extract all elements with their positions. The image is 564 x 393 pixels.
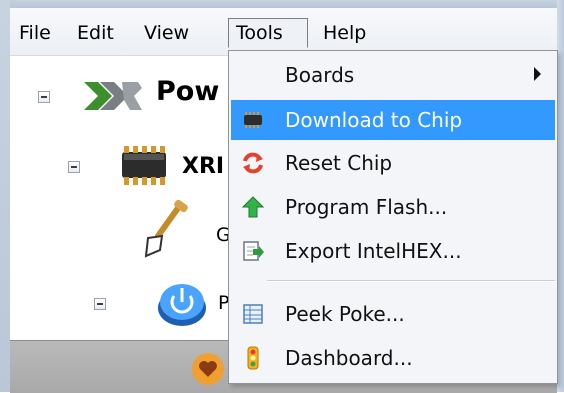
window-frame-left [0, 0, 10, 392]
menu-item-program-flash[interactable]: Program Flash... [231, 187, 555, 227]
tree-expander-device[interactable] [68, 161, 80, 173]
menu-separator-highlight [267, 281, 555, 282]
menu-tools[interactable]: Tools [228, 18, 308, 48]
menu-item-export-intelhex[interactable]: Export IntelHEX... [231, 231, 555, 271]
menu-item-peek-poke-label: Peek Poke... [285, 302, 405, 326]
tools-dropdown-menu: Boards Download to Chip Reset Chip Progr… [228, 50, 558, 384]
reset-icon [243, 152, 263, 174]
menu-item-program-flash-label: Program Flash... [285, 195, 448, 219]
menu-item-boards-label: Boards [285, 63, 355, 87]
menu-item-download-to-chip[interactable]: Download to Chip [231, 100, 555, 140]
chip-icon [244, 112, 262, 128]
menu-file[interactable]: File [12, 18, 58, 48]
shovel-icon [144, 200, 188, 258]
menu-item-download-to-chip-label: Download to Chip [285, 108, 463, 132]
tree-device-label[interactable]: XRI [182, 154, 224, 179]
submenu-arrow-icon [534, 67, 541, 81]
heart-badge-icon [192, 353, 224, 385]
chip-icon [122, 146, 166, 185]
traffic-light-icon [247, 346, 259, 370]
menu-item-export-intelhex-label: Export IntelHEX... [285, 239, 462, 263]
table-icon [243, 304, 263, 324]
tree-expander-root[interactable] [38, 91, 50, 103]
menu-item-boards[interactable]: Boards [231, 55, 555, 95]
green-arrow-up-icon [241, 196, 265, 218]
menu-item-reset-chip-label: Reset Chip [285, 151, 393, 175]
menu-item-dashboard-label: Dashboard... [285, 346, 413, 370]
menu-help[interactable]: Help [316, 18, 373, 48]
window-frame-top [0, 0, 564, 8]
menu-view[interactable]: View [137, 18, 196, 48]
menu-bar: File Edit View Tools Help [10, 8, 557, 56]
menu-edit[interactable]: Edit [70, 18, 121, 48]
menu-item-peek-poke[interactable]: Peek Poke... [231, 294, 555, 334]
menu-item-reset-chip[interactable]: Reset Chip [231, 143, 555, 183]
tree-root-label[interactable]: Pow [156, 76, 219, 107]
window-frame-right [557, 0, 564, 392]
xr-logo-icon [84, 82, 142, 110]
tree-expander-power[interactable] [94, 298, 106, 310]
power-button-icon [158, 284, 206, 326]
export-icon [243, 241, 264, 261]
menu-item-dashboard[interactable]: Dashboard... [231, 338, 555, 378]
